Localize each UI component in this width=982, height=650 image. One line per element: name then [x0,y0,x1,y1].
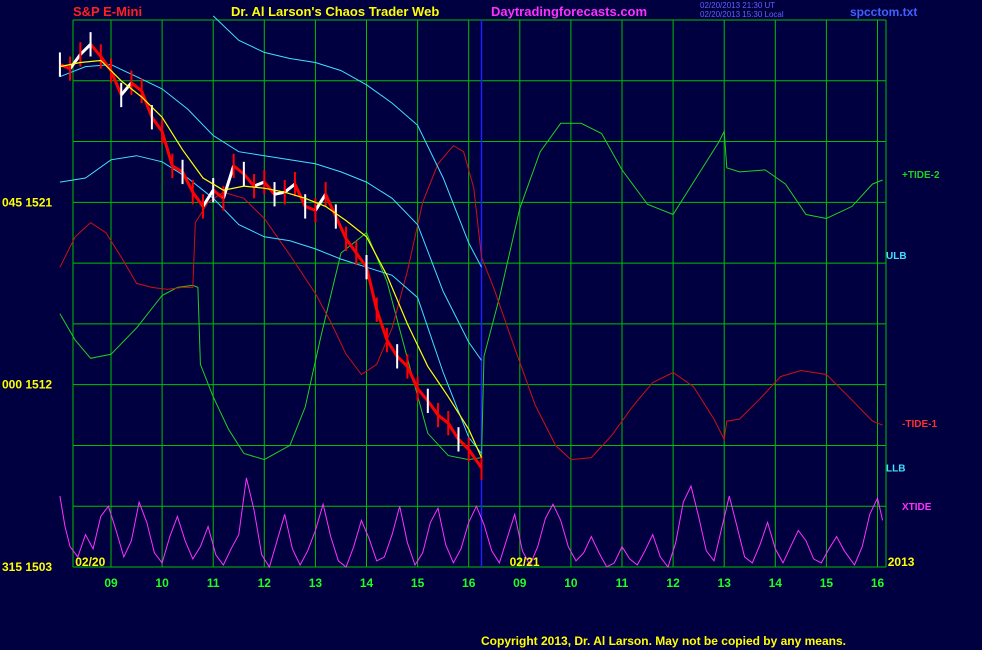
x-tick-label: 09 [104,576,118,590]
file-label: spcctom.txt [850,5,917,19]
series-label: +TIDE-2 [902,170,940,181]
x-tick-label: 15 [411,576,425,590]
x-tick-label: 16 [871,576,885,590]
chart-title: Dr. Al Larson's Chaos Trader Web [231,4,439,19]
date-label: 02/20 [75,555,105,569]
x-tick-label: 14 [769,576,783,590]
timestamp-ut: 02/20/2013 21:30 UT [700,1,775,10]
date-label: 02/21 [510,555,540,569]
x-tick-label: 12 [666,576,680,590]
x-tick-label: 15 [820,576,834,590]
x-tick-label: 09 [513,576,527,590]
x-tick-label: 12 [258,576,272,590]
x-tick-label: 11 [616,576,629,590]
symbol-label: S&P E-Mini [73,4,142,19]
y-tick-label: 000 1512 [2,378,52,392]
x-tick-label: 16 [462,576,476,590]
x-tick-label: 14 [360,576,374,590]
site-label: Daytradingforecasts.com [491,4,647,19]
y-tick-label: 315 1503 [2,560,52,574]
x-tick-label: 10 [155,576,169,590]
date-label: 2013 [888,555,915,569]
copyright: Copyright 2013, Dr. Al Larson. May not b… [481,634,846,648]
series-label: XTIDE [902,502,932,513]
series-label: LLB [886,464,905,475]
chart-canvas: 045 1521 000 1512 315 1503 09 10 11 12 13 14 15 16… [0,0,982,650]
y-tick-label: 045 1521 [2,195,52,209]
x-tick-label: 13 [309,576,323,590]
series-label: ULB [886,251,907,262]
chart-background [0,0,982,650]
x-tick-label: 11 [207,576,220,590]
x-tick-label: 10 [564,576,578,590]
series-label: -TIDE-1 [902,419,937,430]
x-tick-label: 13 [718,576,732,590]
timestamp-local: 02/20/2013 15:30 Local [700,10,784,19]
